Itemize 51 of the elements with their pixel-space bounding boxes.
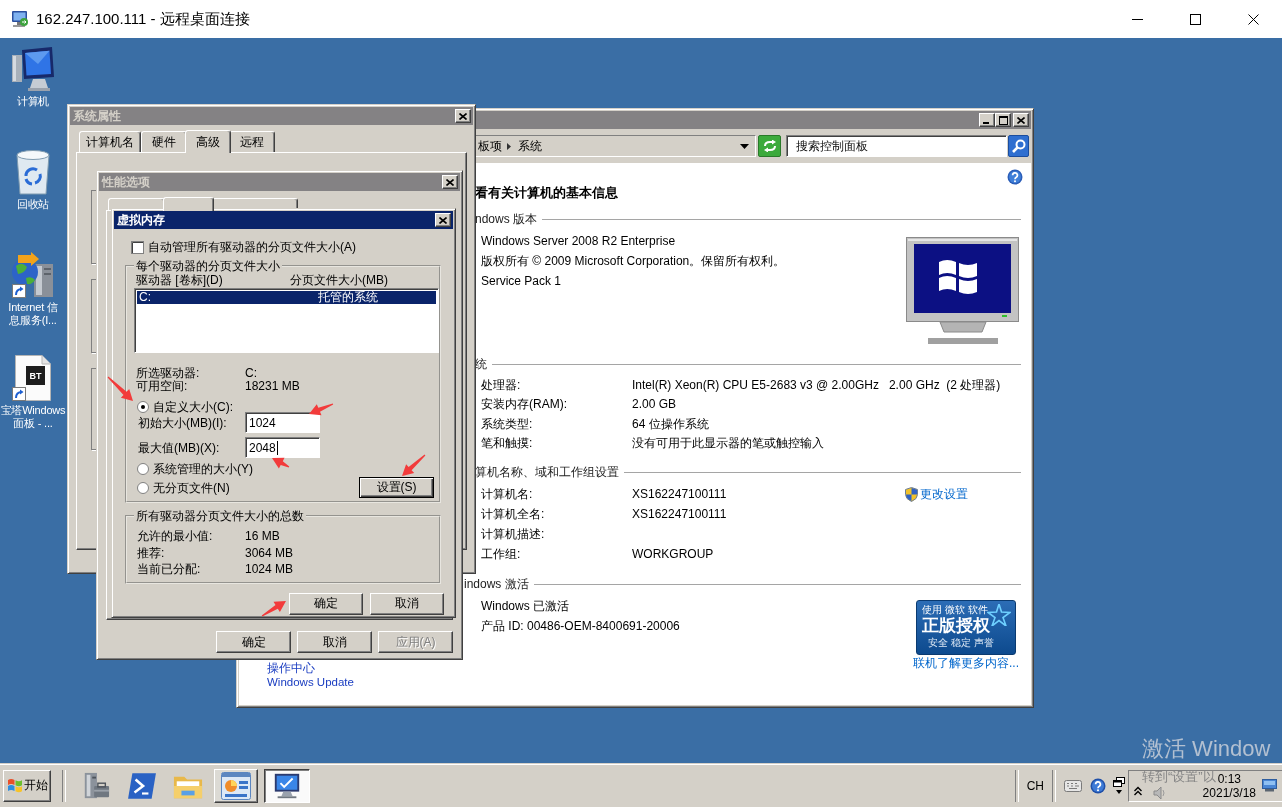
- field-value: C:: [245, 367, 257, 380]
- group-label: 每个驱动器的分页文件大小: [135, 260, 281, 272]
- badge-text: 正版授权: [922, 616, 990, 636]
- field-label: 计算机名:: [481, 487, 533, 501]
- field-value: 1024 MB: [245, 562, 294, 577]
- field-label: 笔和触摸:: [481, 436, 533, 451]
- activation-watermark-text: 转到“设置”以: [1142, 770, 1216, 784]
- field-value: 64 位操作系统: [632, 416, 709, 431]
- section-heading: ndows 版本: [475, 212, 538, 226]
- field-label: 工作组:: [481, 547, 521, 561]
- group-label: 所有驱动器分页文件大小的总数: [135, 510, 305, 522]
- field-value: XS162247100111: [632, 507, 727, 521]
- field-value: 3064 MB: [245, 545, 294, 560]
- edition-text: 版权所有 © 2009 Microsoft Corporation。保留所有权利。: [481, 253, 786, 270]
- field-label: 初始大小(MB)(I):: [138, 415, 228, 430]
- field-value: WORKGROUP: [632, 547, 714, 561]
- field-label: 所选驱动器:: [136, 367, 200, 380]
- field-label: 处理器:: [481, 377, 521, 392]
- field-label: 允许的最小值:: [137, 529, 213, 544]
- badge-text: 使用 微软 软件: [922, 603, 988, 616]
- window-title: 162.247.100.111 - 远程桌面连接: [36, 9, 250, 29]
- field-value: 没有可用于此显示器的笔或触控输入: [632, 436, 824, 451]
- drive-cell-text: C:: [138, 291, 152, 304]
- field-label: 当前已分配:: [137, 562, 201, 577]
- field-label: 安装内存(RAM):: [481, 397, 567, 412]
- dialog-title: 虚拟内存: [117, 213, 165, 227]
- badge-text: 安全 稳定 声誉: [928, 636, 994, 649]
- activation-text: 产品 ID: 00486-OEM-8400691-20006: [481, 618, 680, 635]
- activation-watermark-title: 激活 Window: [1142, 736, 1271, 762]
- logo-tile: BT: [26, 366, 45, 385]
- dialog-title: 性能选项: [102, 175, 150, 189]
- field-value: 16 MB: [245, 529, 280, 544]
- field-value: Intel(R) Xeon(R) CPU E5-2683 v3 @ 2.00GHz 2.00 GHz (2 处理器): [632, 377, 1001, 392]
- section-heading: indows 激活: [464, 577, 529, 591]
- dialog-title: 系统属性: [73, 109, 121, 123]
- field-label: 计算机描述:: [481, 527, 545, 541]
- field-value: 18231 MB: [245, 380, 300, 393]
- field-label: 推荐:: [137, 545, 165, 560]
- edition-text: Service Pack 1: [481, 273, 562, 290]
- field-value: XS162247100111: [632, 487, 727, 501]
- size-cell: 托管的系统: [318, 291, 378, 304]
- field-label: 最大值(MB)(X):: [138, 440, 221, 455]
- edition-text: Windows Server 2008 R2 Enterprise: [481, 233, 676, 250]
- field-label: 可用空间:: [136, 380, 188, 393]
- section-heading: 统: [475, 357, 487, 371]
- field-label: 系统类型:: [481, 416, 533, 431]
- field-label: 计算机全名:: [481, 507, 545, 521]
- activation-text: Windows 已激活: [481, 598, 569, 615]
- field-value: 2.00 GB: [632, 397, 677, 412]
- page-heading: 看有关计算机的基本信息: [475, 185, 618, 201]
- section-heading: 算机名称、域和工作组设置: [475, 465, 619, 479]
